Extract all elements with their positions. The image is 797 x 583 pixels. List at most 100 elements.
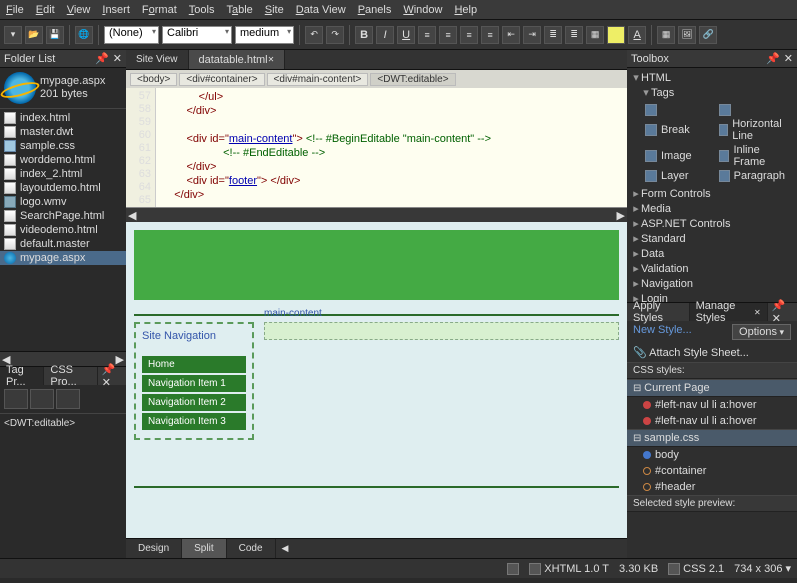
size-select[interactable]: medium bbox=[235, 26, 294, 44]
borders-button[interactable]: ▦ bbox=[586, 26, 604, 44]
design-main-region[interactable]: main-content bbox=[264, 322, 619, 440]
tab-apply-styles[interactable]: Apply Styles bbox=[627, 303, 690, 321]
file-item[interactable]: SearchPage.html bbox=[0, 209, 126, 223]
style-select[interactable]: (None) bbox=[104, 26, 159, 44]
align-right-button[interactable]: ≡ bbox=[460, 26, 478, 44]
editable-region[interactable] bbox=[264, 322, 619, 340]
toolbox-item[interactable]: Layer bbox=[645, 170, 711, 182]
tab-datatable[interactable]: datatable.html ✕ bbox=[189, 50, 286, 69]
file-item[interactable]: layoutdemo.html bbox=[0, 181, 126, 195]
new-button[interactable]: ▾ bbox=[4, 26, 22, 44]
menu-tools[interactable]: Tools bbox=[189, 4, 215, 16]
code-scroll[interactable]: ◀▶ bbox=[126, 208, 627, 222]
toolbox-item[interactable] bbox=[645, 104, 711, 116]
toolbox-item[interactable]: Break bbox=[645, 118, 711, 142]
toolbox-category[interactable]: ▸Form Controls bbox=[631, 186, 793, 201]
menu-file[interactable]: File bbox=[6, 4, 24, 16]
close-icon[interactable]: ✕ bbox=[784, 52, 793, 65]
crumb-body[interactable]: <body> bbox=[130, 73, 177, 86]
toolbox-category[interactable]: ▸Validation bbox=[631, 261, 793, 276]
preview-button[interactable]: 🌐 bbox=[75, 26, 93, 44]
crumb-main-content[interactable]: <div#main-content> bbox=[267, 73, 369, 86]
menu-format[interactable]: Format bbox=[142, 4, 177, 16]
tag-events-button[interactable] bbox=[56, 389, 80, 409]
undo-button[interactable]: ↶ bbox=[305, 26, 323, 44]
image-button[interactable]: 🖼 bbox=[678, 26, 696, 44]
menu-table[interactable]: Table bbox=[226, 4, 252, 16]
table-button[interactable]: ▦ bbox=[657, 26, 675, 44]
open-button[interactable]: 📂 bbox=[25, 26, 43, 44]
tab-site-view[interactable]: Site View bbox=[126, 50, 189, 69]
scroll-left-icon[interactable]: ◀ bbox=[276, 543, 295, 554]
indent-inc-button[interactable]: ⇥ bbox=[523, 26, 541, 44]
code-editor[interactable]: 575859606162636465 </ul> </div> <div id=… bbox=[126, 88, 627, 208]
tab-css-properties[interactable]: CSS Pro... bbox=[44, 367, 97, 385]
menu-help[interactable]: Help bbox=[454, 4, 477, 16]
crumb-container[interactable]: <div#container> bbox=[179, 73, 264, 86]
file-item[interactable]: sample.css bbox=[0, 139, 126, 153]
file-item[interactable]: worddemo.html bbox=[0, 153, 126, 167]
toolbox-category[interactable]: ▸Standard bbox=[631, 231, 793, 246]
font-select[interactable]: Calibri bbox=[162, 26, 232, 44]
menu-site[interactable]: Site bbox=[265, 4, 284, 16]
file-item[interactable]: videodemo.html bbox=[0, 223, 126, 237]
file-item[interactable]: master.dwt bbox=[0, 125, 126, 139]
tag-view-button[interactable] bbox=[30, 389, 54, 409]
menu-dataview[interactable]: Data View bbox=[296, 4, 346, 16]
toolbox-html-node[interactable]: ▾HTML bbox=[631, 70, 793, 85]
toolbox-item[interactable]: Paragraph bbox=[719, 170, 785, 182]
align-center-button[interactable]: ≡ bbox=[439, 26, 457, 44]
sample-css-header[interactable]: ⊟ sample.css bbox=[627, 429, 797, 447]
list-ol-button[interactable]: ≣ bbox=[565, 26, 583, 44]
css-icon[interactable] bbox=[668, 563, 680, 575]
menu-window[interactable]: Window bbox=[403, 4, 442, 16]
list-ul-button[interactable]: ≣ bbox=[544, 26, 562, 44]
visual-aids-icon[interactable] bbox=[507, 563, 519, 575]
toolbox-tags-node[interactable]: ▾Tags bbox=[631, 85, 793, 100]
design-surface[interactable]: Site Navigation HomeNavigation Item 1Nav… bbox=[126, 222, 627, 538]
crumb-editable[interactable]: <DWT:editable> bbox=[370, 73, 455, 86]
pin-icon[interactable]: 📌 bbox=[766, 52, 780, 65]
nav-item[interactable]: Navigation Item 1 bbox=[142, 375, 246, 392]
file-item[interactable]: index_2.html bbox=[0, 167, 126, 181]
file-item[interactable]: default.master bbox=[0, 237, 126, 251]
nav-item[interactable]: Navigation Item 2 bbox=[142, 394, 246, 411]
options-button[interactable]: Options ▾ bbox=[732, 324, 791, 340]
tab-split[interactable]: Split bbox=[182, 539, 226, 558]
link-button[interactable]: 🔗 bbox=[699, 26, 717, 44]
tab-manage-styles[interactable]: Manage Styles ✕ bbox=[690, 303, 768, 321]
color-button[interactable]: A bbox=[628, 26, 646, 44]
close-icon[interactable]: ✕ bbox=[268, 55, 275, 64]
attach-stylesheet-link[interactable]: 📎 Attach Style Sheet... bbox=[633, 346, 749, 359]
redo-button[interactable]: ↷ bbox=[326, 26, 344, 44]
style-rule[interactable]: body bbox=[627, 447, 797, 463]
toolbox-item[interactable]: Image bbox=[645, 144, 711, 168]
close-icon[interactable]: ✕ bbox=[113, 52, 122, 65]
style-rule[interactable]: #left-nav ul li a:hover bbox=[627, 397, 797, 413]
style-rule[interactable]: #left-nav ul li a:hover bbox=[627, 413, 797, 429]
indent-dec-button[interactable]: ⇤ bbox=[502, 26, 520, 44]
italic-button[interactable]: I bbox=[376, 26, 394, 44]
design-banner[interactable] bbox=[134, 230, 619, 300]
close-icon[interactable]: ✕ bbox=[102, 377, 111, 389]
toolbox-item[interactable]: Horizontal Line bbox=[719, 118, 785, 142]
save-button[interactable]: 💾 bbox=[46, 26, 64, 44]
toolbox-category[interactable]: ▸Navigation bbox=[631, 276, 793, 291]
tab-code[interactable]: Code bbox=[227, 539, 276, 558]
new-style-link[interactable]: New Style... bbox=[633, 324, 692, 340]
doctype-icon[interactable] bbox=[529, 563, 541, 575]
style-rule[interactable]: #header bbox=[627, 479, 797, 495]
bold-button[interactable]: B bbox=[355, 26, 373, 44]
highlight-button[interactable] bbox=[607, 26, 625, 44]
toolbox-category[interactable]: ▸ASP.NET Controls bbox=[631, 216, 793, 231]
toolbox-category[interactable]: ▸Media bbox=[631, 201, 793, 216]
pin-icon[interactable]: 📌 bbox=[102, 364, 116, 376]
style-rule[interactable]: #container bbox=[627, 463, 797, 479]
nav-item[interactable]: Navigation Item 3 bbox=[142, 413, 246, 430]
current-page-header[interactable]: ⊟ Current Page bbox=[627, 379, 797, 397]
code-content[interactable]: </ul> </div> <div id="main-content"> <!-… bbox=[156, 88, 627, 207]
pin-icon[interactable]: 📌 bbox=[772, 300, 786, 312]
toolbox-item[interactable] bbox=[719, 104, 785, 116]
file-item[interactable]: logo.wmv bbox=[0, 195, 126, 209]
nav-item[interactable]: Home bbox=[142, 356, 246, 373]
